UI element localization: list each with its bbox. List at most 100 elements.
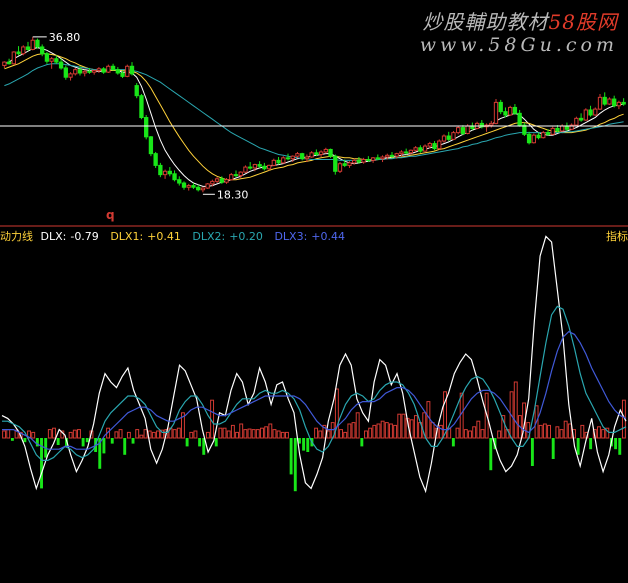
dlx-bar bbox=[384, 422, 389, 439]
candle-body bbox=[243, 166, 248, 173]
candle-body bbox=[441, 135, 447, 142]
candle bbox=[441, 134, 447, 143]
candle-body bbox=[30, 39, 35, 50]
candle bbox=[196, 184, 201, 192]
candle bbox=[186, 183, 191, 191]
candle-body bbox=[172, 173, 177, 181]
dlx-bar bbox=[143, 429, 148, 439]
candle-body bbox=[92, 69, 97, 73]
candle-body bbox=[11, 51, 16, 65]
candle bbox=[517, 109, 522, 127]
candle bbox=[205, 183, 210, 189]
candle bbox=[526, 131, 532, 145]
candle-body bbox=[427, 143, 432, 147]
dlx-bar bbox=[360, 438, 364, 447]
candle-body bbox=[593, 108, 598, 116]
candle bbox=[153, 151, 158, 168]
dlx-bar bbox=[198, 438, 202, 447]
candle bbox=[92, 69, 97, 75]
candle-body bbox=[375, 157, 380, 160]
candle-body bbox=[352, 159, 357, 164]
candle-body bbox=[531, 134, 536, 144]
candle-body bbox=[2, 61, 7, 66]
candle-body bbox=[607, 98, 612, 105]
dlx-bar bbox=[218, 427, 223, 439]
candle-body bbox=[134, 85, 139, 97]
candle-body bbox=[58, 61, 64, 69]
candle-body bbox=[295, 153, 300, 157]
dlx-bar bbox=[397, 413, 402, 439]
dlx2-line bbox=[2, 305, 627, 461]
candle-body bbox=[191, 185, 196, 188]
candle-body bbox=[257, 164, 262, 167]
dlx-bar bbox=[364, 430, 368, 439]
dlx2-label: DLX2: bbox=[192, 230, 226, 243]
dlx-bar bbox=[31, 431, 36, 439]
candle bbox=[285, 153, 291, 161]
dlx-bar bbox=[438, 424, 443, 439]
candle-body bbox=[238, 171, 243, 176]
candle bbox=[493, 99, 499, 125]
dlx-bar bbox=[306, 438, 310, 452]
candle bbox=[101, 67, 106, 74]
indicator-legend: 动力线 DLX: -0.79 DLX1: +0.41 DLX2: +0.20 DLX3… bbox=[0, 228, 353, 243]
candle bbox=[446, 131, 451, 142]
watermark-brand: 58股网 bbox=[548, 10, 618, 34]
dlx-bar bbox=[193, 430, 198, 439]
candle bbox=[531, 133, 536, 144]
candle-body bbox=[437, 140, 442, 150]
candle bbox=[460, 125, 466, 136]
candle bbox=[432, 141, 437, 151]
candle bbox=[422, 144, 428, 152]
price-ma-line-2 bbox=[4, 63, 624, 161]
candle bbox=[583, 108, 588, 121]
candle bbox=[300, 152, 305, 161]
candle-body bbox=[266, 164, 272, 170]
candle-body bbox=[418, 147, 423, 152]
candle bbox=[115, 67, 120, 75]
candle-body bbox=[281, 157, 286, 164]
candle bbox=[602, 92, 607, 106]
candle-body bbox=[370, 157, 376, 161]
dlx-bar bbox=[563, 420, 568, 439]
candle bbox=[418, 145, 423, 153]
candle-body bbox=[181, 182, 187, 188]
dlx-bar bbox=[251, 429, 256, 439]
candle-body bbox=[574, 117, 579, 126]
dlx-bar bbox=[85, 438, 89, 443]
indicator-tag: 指标 bbox=[606, 230, 628, 243]
candle-body bbox=[309, 152, 314, 158]
candle bbox=[2, 61, 7, 68]
dlx-bar bbox=[77, 429, 81, 439]
dlx-bar bbox=[426, 401, 431, 439]
candle-body bbox=[196, 186, 201, 191]
candle bbox=[68, 72, 73, 81]
candle bbox=[125, 64, 130, 78]
dlx-bar bbox=[289, 438, 293, 475]
dlx3-label: DLX3: bbox=[274, 230, 308, 243]
dlx-bar bbox=[538, 424, 543, 439]
dlx-bar bbox=[451, 438, 455, 447]
candle bbox=[158, 162, 163, 178]
candle-body bbox=[385, 154, 390, 158]
candle bbox=[479, 120, 484, 129]
candle bbox=[550, 126, 555, 136]
candle bbox=[248, 162, 253, 170]
candle-body bbox=[588, 109, 593, 116]
candle-body bbox=[49, 58, 54, 62]
dlx-bar bbox=[285, 431, 289, 439]
dlx-bar bbox=[567, 423, 572, 439]
candle bbox=[508, 105, 513, 116]
candle-body bbox=[248, 166, 253, 169]
candle bbox=[106, 64, 111, 73]
dlx-bar bbox=[151, 431, 156, 439]
candle-body bbox=[394, 153, 399, 157]
candle bbox=[177, 176, 182, 186]
candle-body bbox=[125, 65, 130, 77]
price-panel: 36.80 18.30 q bbox=[0, 31, 628, 222]
dlx-histogram bbox=[2, 381, 626, 492]
candle bbox=[560, 124, 565, 132]
dlx-label: DLX: bbox=[40, 230, 67, 243]
candle bbox=[578, 113, 584, 122]
dlx-bar bbox=[272, 429, 277, 439]
